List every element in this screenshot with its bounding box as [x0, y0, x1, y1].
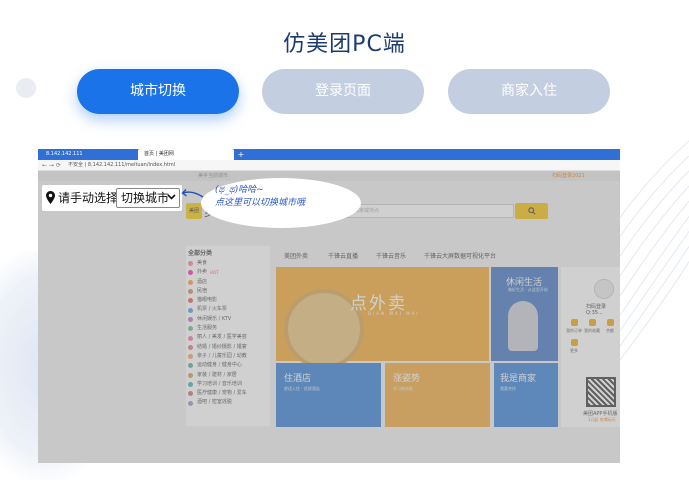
browser-tab-2[interactable]: 首页 | 美团网 — [138, 149, 234, 160]
background-circle — [16, 78, 36, 98]
new-tab-button[interactable]: + — [236, 149, 246, 160]
browser-nav-buttons[interactable]: ← → ⟳ — [42, 160, 61, 171]
hint-line-2: 点这里可以切换城市哦 — [215, 198, 306, 208]
city-prompt-label: 请手动选择 — [58, 191, 119, 205]
browser-tab-1[interactable]: 8.142.142.111 — [40, 149, 136, 160]
address-url[interactable]: 不安全 | 8.142.142.111/meituan/index.html — [68, 160, 175, 171]
city-switch-label: 切换城市 — [121, 191, 170, 205]
address-bar[interactable]: ← → ⟳ 不安全 | 8.142.142.111/meituan/index.… — [38, 160, 620, 171]
location-pin-icon — [46, 191, 55, 204]
tab-login-page[interactable]: 登录页面 — [262, 69, 424, 114]
browser-tab-bar: 8.142.142.111 首页 | 美团网 + — [38, 149, 620, 160]
page-title: 仿美团PC端 — [283, 32, 406, 57]
hint-bubble-text: (ಥ_ಥ)哈哈~ 点这里可以切换城市哦 — [215, 184, 355, 210]
tab-city-switch[interactable]: 城市切换 — [77, 69, 239, 114]
hint-line-1: (ಥ_ಥ)哈哈~ — [215, 185, 264, 195]
chevron-down-icon — [167, 194, 176, 200]
tab-merchant-join[interactable]: 商家入住 — [448, 69, 610, 114]
